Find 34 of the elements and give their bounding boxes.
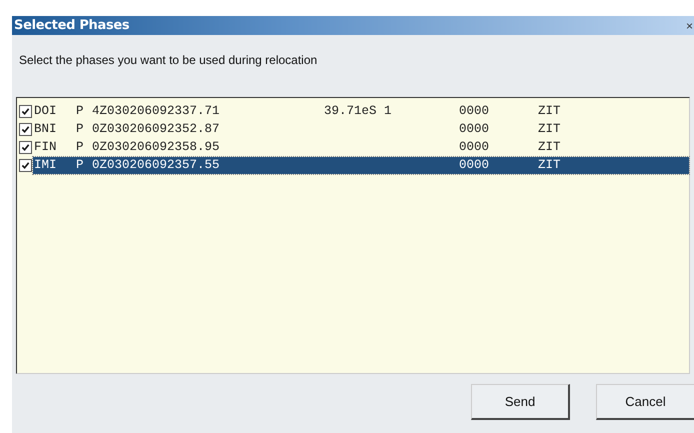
checkbox[interactable] xyxy=(19,158,32,172)
list-cell-text: 0Z030206092358.95 xyxy=(92,140,221,154)
list-cell-text: BNI xyxy=(33,122,58,136)
checkbox[interactable] xyxy=(19,122,32,136)
list-cell-text: P xyxy=(76,158,85,172)
list-cell-text: 0Z030206092357.55 xyxy=(92,158,221,172)
close-button[interactable]: × xyxy=(684,20,694,32)
list-cell-text: P xyxy=(76,104,85,118)
list-cell-text: ZIT xyxy=(538,158,562,172)
instruction-text: Select the phases you want to be used during relocation xyxy=(18,52,318,69)
list-cell-text: ZIT xyxy=(538,140,562,154)
send-button[interactable]: Send xyxy=(471,384,570,420)
list-cell-text: ZIT xyxy=(538,122,562,136)
list-item[interactable]: IMI P 0Z030206092357.55 0000 ZIT xyxy=(33,156,689,174)
list-item[interactable]: FIN P 0Z030206092358.95 0000 ZIT xyxy=(33,138,689,156)
list-cell-text: 0000 xyxy=(459,140,490,154)
list-cell-text: 0000 xyxy=(459,104,490,118)
cancel-button[interactable]: Cancel xyxy=(596,384,694,420)
list-cell-text: 0Z030206092352.87 xyxy=(92,122,221,136)
checkbox[interactable] xyxy=(19,140,32,154)
list-cell-text: ZIT xyxy=(538,104,562,118)
checkbox[interactable] xyxy=(19,104,32,118)
window-title: Selected Phases xyxy=(14,18,130,33)
list-cell-text: P xyxy=(76,122,85,136)
list-cell-text: DOI xyxy=(33,104,58,118)
list-cell-text: 0000 xyxy=(459,122,490,136)
list-cell-text: 4Z030206092337.71 xyxy=(92,104,221,118)
list-item[interactable]: DOI P 4Z030206092337.71 39.71eS 1 0000 ZIT xyxy=(33,102,689,120)
list-item[interactable]: BNI P 0Z030206092352.87 0000 ZIT xyxy=(33,120,689,138)
list-cell-text: 0000 xyxy=(459,158,490,172)
list-cell-text: IMI xyxy=(33,158,58,172)
list-cell-text: P xyxy=(76,140,85,154)
list-cell-text: FIN xyxy=(33,140,58,154)
list-cell-text: 39.71eS 1 xyxy=(324,104,393,118)
